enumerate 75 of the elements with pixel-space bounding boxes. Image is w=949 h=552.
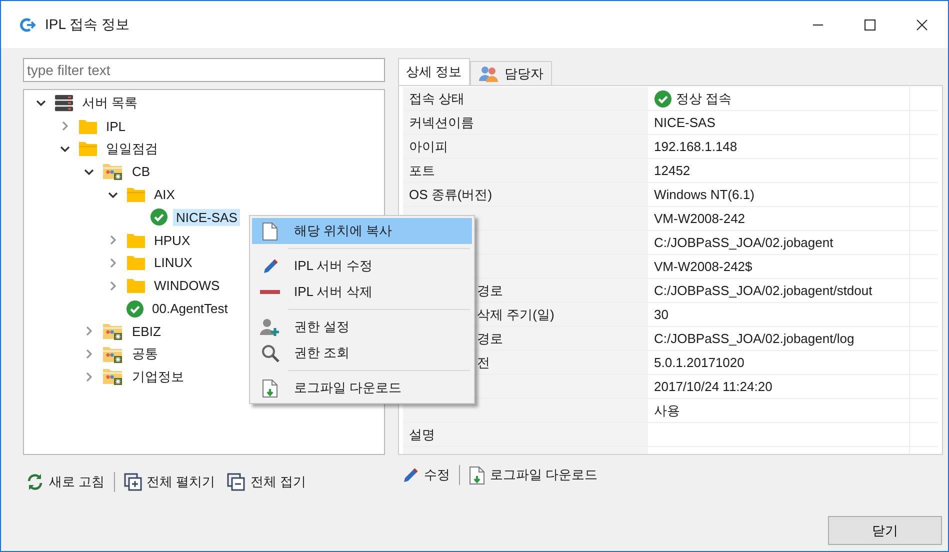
folder-icon: [126, 254, 146, 272]
server-icon: [54, 94, 74, 112]
expand-all-icon: [124, 473, 142, 491]
field-value: C:/JOBPaSS_JOA/02.jobagent/stdout: [654, 283, 872, 298]
toolbar-button[interactable]: 전체 펼치기: [120, 473, 218, 491]
field-value: C:/JOBPaSS_JOA/02.jobagent/log: [654, 331, 854, 346]
tree-item[interactable]: CB: [129, 163, 154, 180]
tree-item[interactable]: HPUX: [151, 232, 194, 249]
tab[interactable]: 상세 정보: [398, 58, 470, 85]
field-value: 사용: [654, 402, 680, 420]
field-value: VM-W2008-242$: [654, 259, 752, 274]
folder-icon: [78, 118, 98, 135]
toolbar-button[interactable]: 로그파일 다운로드: [466, 466, 601, 484]
tree-item[interactable]: 기업정보: [129, 366, 187, 387]
field-value: Windows NT(6.1): [654, 187, 754, 202]
check-circle-icon: [654, 90, 672, 108]
field-value: VM-W2008-242: [654, 211, 746, 226]
search-icon: [260, 344, 280, 362]
field-value: NICE-SAS: [654, 115, 716, 130]
label-cell: 접속 상태: [403, 87, 648, 110]
pencil-icon: [261, 257, 279, 275]
folder-icon: [78, 140, 98, 158]
field-value: 정상 접속: [676, 90, 732, 108]
maximize-icon: [864, 18, 876, 30]
check-circle-icon: [150, 208, 168, 226]
pencil-icon: [401, 466, 419, 484]
file-download-icon: [469, 466, 485, 484]
tree-item[interactable]: IPL: [103, 118, 129, 135]
collapse-all-icon: [227, 473, 246, 491]
folder-icon: [126, 277, 146, 294]
tree-item[interactable]: 공통: [129, 344, 161, 364]
tree-item[interactable]: WINDOWS: [151, 277, 223, 294]
tree-item[interactable]: EBIZ: [129, 322, 164, 340]
field-value: 192.168.1.148: [654, 139, 738, 154]
menu-item[interactable]: 로그파일 다운로드: [252, 375, 472, 401]
tree-item[interactable]: 00.AgentTest: [149, 300, 231, 318]
toolbar-button[interactable]: 새로 고침: [23, 473, 108, 491]
group-folder-icon: [102, 367, 124, 386]
window-title: IPL 접속 정보: [45, 16, 130, 34]
refresh-icon: [26, 473, 44, 491]
group-folder-icon: [102, 344, 124, 364]
group-folder-icon: [102, 162, 124, 182]
field-value: 5.0.1.20171020: [654, 355, 744, 370]
label-cell: 커넥션이름: [403, 111, 648, 134]
filter-field[interactable]: type filter text: [23, 58, 385, 82]
menu-item[interactable]: 해당 위치에 복사: [252, 218, 472, 244]
close-dialog-button[interactable]: 닫기: [828, 516, 942, 545]
toolbar-button[interactable]: 전체 접기: [224, 473, 309, 491]
tree-item[interactable]: AIX: [151, 186, 178, 204]
document-icon: [262, 222, 278, 240]
label-cell: 설명: [403, 423, 648, 446]
menu-item[interactable]: IPL 서버 수정: [252, 253, 472, 279]
field-value: 2017/10/24 11:24:20: [654, 379, 772, 394]
file-download-icon: [262, 378, 278, 398]
people-icon: [478, 65, 500, 82]
app-icon: [19, 16, 37, 32]
field-value: C:/JOBPaSS_JOA/02.jobagent: [654, 235, 834, 250]
field-value: 12452: [654, 163, 690, 178]
close-icon: [916, 18, 928, 30]
minus-icon: [260, 289, 280, 295]
folder-icon: [126, 186, 146, 204]
label-cell: 아이피: [403, 135, 648, 158]
tab[interactable]: 담당자: [470, 61, 552, 85]
folder-icon: [126, 232, 146, 249]
tree-item[interactable]: NICE-SAS: [173, 208, 240, 226]
label-cell: OS 종류(버전): [403, 183, 648, 206]
tree-item[interactable]: 서버 목록: [79, 93, 141, 114]
field-value: 30: [654, 307, 668, 322]
add-user-icon: [260, 318, 280, 336]
group-folder-icon: [102, 322, 124, 341]
tree-item[interactable]: LINUX: [151, 254, 196, 272]
label-cell: 포트: [403, 159, 648, 182]
toolbar-button[interactable]: 수정: [398, 466, 453, 484]
check-circle-icon: [126, 300, 144, 318]
tree-item[interactable]: 일일점검: [103, 138, 161, 159]
